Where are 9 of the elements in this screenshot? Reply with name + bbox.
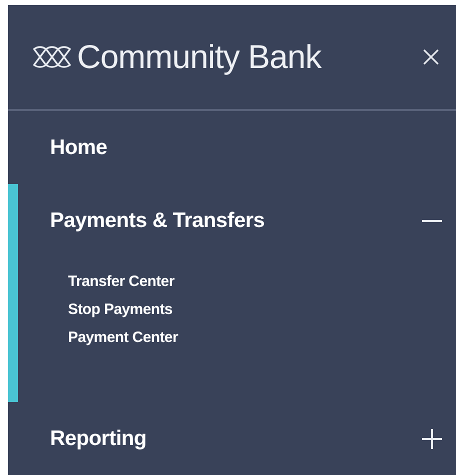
sub-nav-item[interactable]: Payment Center [68, 327, 178, 349]
nav-item[interactable]: Reporting [18, 402, 456, 475]
nav-item[interactable]: Home [18, 111, 456, 184]
nav-item[interactable]: Payments & Transfers [18, 184, 456, 257]
sub-nav-item[interactable]: Transfer Center [68, 271, 174, 293]
brand-name: Community Bank [77, 37, 322, 78]
sub-nav-item[interactable]: Stop Payments [68, 299, 172, 321]
close-icon [422, 48, 440, 66]
logo-icon [33, 45, 71, 69]
